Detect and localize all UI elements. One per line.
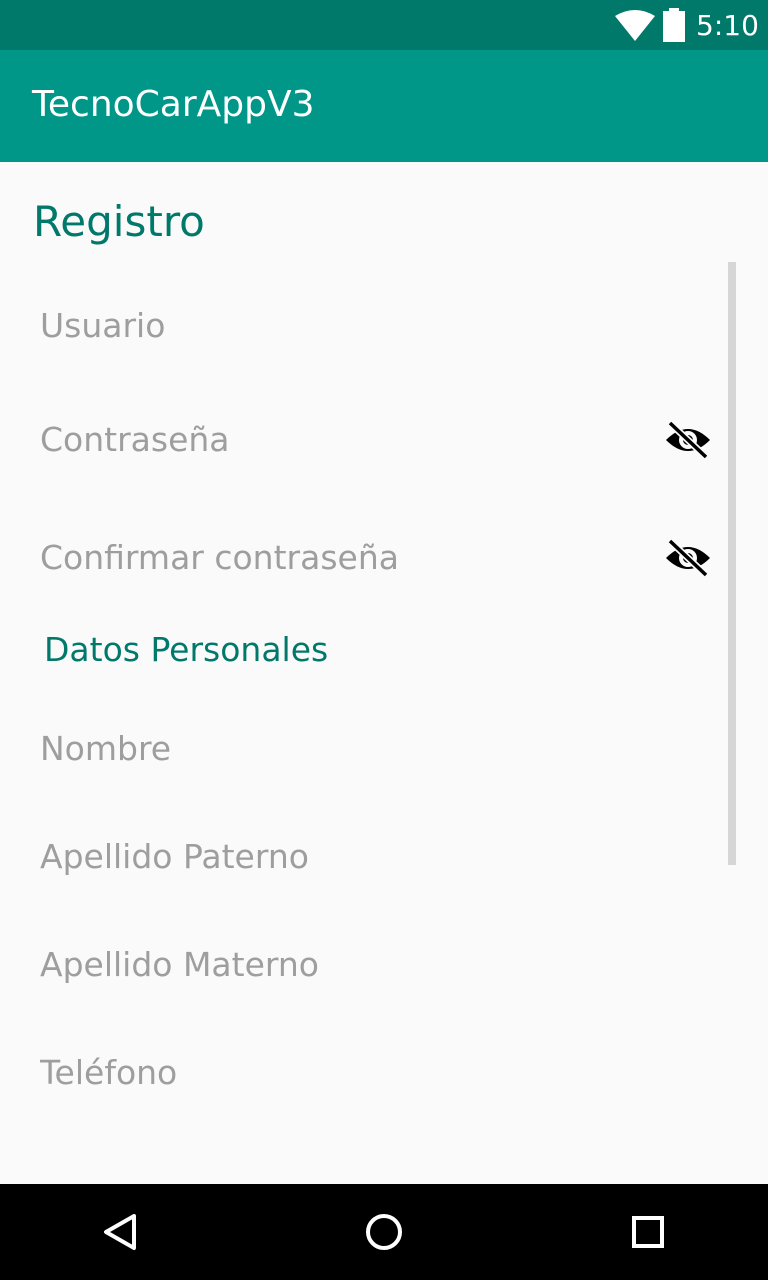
nombre-input[interactable] xyxy=(40,719,640,779)
section-title: Datos Personales xyxy=(44,630,329,669)
app-title: TecnoCarAppV3 xyxy=(32,84,315,125)
back-icon[interactable] xyxy=(96,1208,144,1256)
navigation-bar xyxy=(0,1184,768,1280)
wifi-icon xyxy=(615,10,655,41)
apellido-paterno-field xyxy=(0,827,720,887)
usuario-field xyxy=(0,296,720,356)
battery-icon xyxy=(663,8,685,42)
apellido-materno-field xyxy=(0,935,720,995)
password-field xyxy=(0,410,720,470)
telefono-input[interactable] xyxy=(40,1043,640,1103)
scrollbar[interactable] xyxy=(728,262,736,865)
usuario-input[interactable] xyxy=(40,296,640,356)
eye-off-icon[interactable] xyxy=(664,538,712,578)
app-bar: TecnoCarAppV3 xyxy=(0,50,768,162)
telefono-field xyxy=(0,1043,720,1103)
confirm-password-field xyxy=(0,528,720,588)
status-time: 5:10 xyxy=(696,9,759,42)
nombre-field xyxy=(0,719,720,779)
home-icon[interactable] xyxy=(360,1208,408,1256)
confirm-password-input[interactable] xyxy=(40,528,640,588)
status-bar: 5:10 xyxy=(0,0,768,50)
password-input[interactable] xyxy=(40,410,640,470)
recents-icon[interactable] xyxy=(624,1208,672,1256)
page-title: Registro xyxy=(33,197,205,246)
eye-off-icon[interactable] xyxy=(664,420,712,460)
apellido-paterno-input[interactable] xyxy=(40,827,640,887)
apellido-materno-input[interactable] xyxy=(40,935,640,995)
